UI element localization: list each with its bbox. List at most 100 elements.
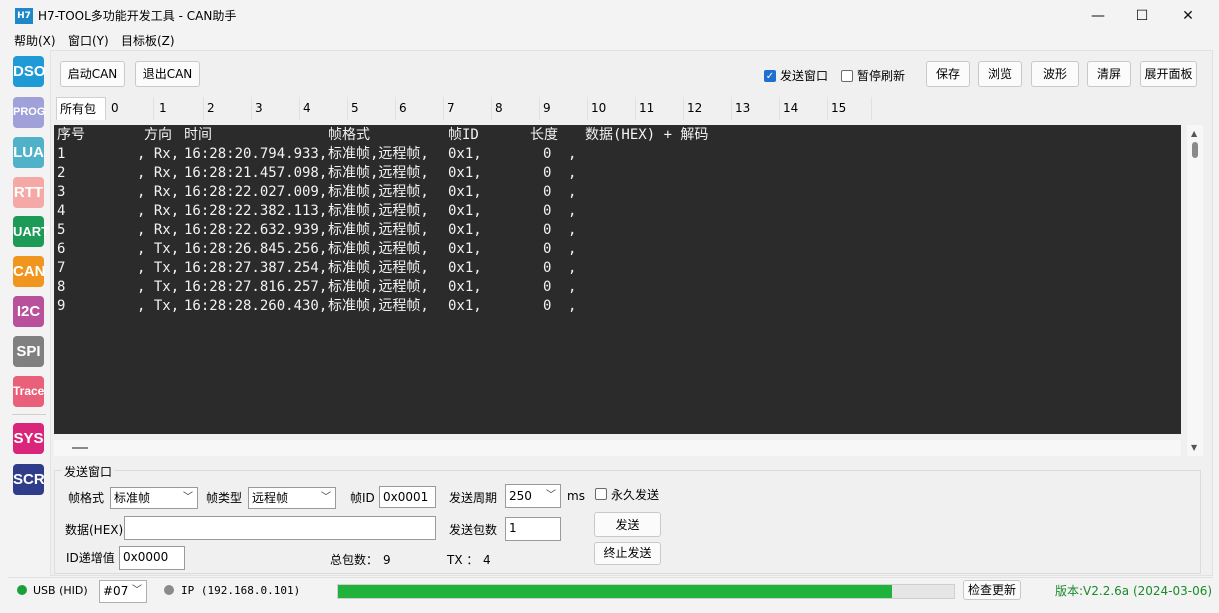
minimize-icon[interactable]: —: [1075, 0, 1121, 32]
tab-channel[interactable]: 12: [684, 97, 732, 120]
horizontal-scrollbar[interactable]: [54, 440, 1181, 456]
tab-channel[interactable]: 10: [588, 97, 636, 120]
total-packets-value: 9: [383, 553, 391, 567]
close-icon[interactable]: ✕: [1165, 0, 1211, 32]
data-hex-input[interactable]: [124, 516, 436, 540]
tab-channel[interactable]: 6: [396, 97, 444, 120]
chevron-down-icon: ﹀: [546, 490, 556, 501]
tool-scr[interactable]: SCR: [13, 464, 45, 495]
vertical-scrollbar[interactable]: ▲ ▼: [1187, 125, 1203, 456]
can-log-console[interactable]: 序号 方向 时间 帧格式 帧ID 长度 数据(HEX) + 解码 1, Rx, 1…: [54, 125, 1181, 434]
browse-button[interactable]: 浏览: [978, 61, 1022, 87]
row-time: 16:28:22.382.113,: [184, 203, 328, 219]
tab-channel[interactable]: 9: [540, 97, 588, 120]
forever-send-checkbox[interactable]: [595, 488, 607, 500]
device-select[interactable]: #07 ﹀: [99, 580, 147, 603]
row-direction: , Tx,: [137, 279, 180, 295]
tab-channel[interactable]: 13: [732, 97, 780, 120]
send-window-checkbox[interactable]: ✓: [764, 70, 776, 82]
tab-channel[interactable]: 14: [780, 97, 828, 120]
data-hex-label: 数据(HEX): [65, 523, 124, 537]
row-time: 16:28:27.387.254,: [184, 260, 328, 276]
check-update-button[interactable]: 检查更新: [963, 580, 1021, 600]
row-frame-format: 标准帧,远程帧,: [328, 279, 429, 295]
row-time: 16:28:26.845.256,: [184, 241, 328, 257]
save-button[interactable]: 保存: [926, 61, 970, 87]
menu-window[interactable]: 窗口(Y): [68, 33, 109, 49]
tool-lua[interactable]: LUA: [13, 137, 44, 168]
row-tail: ,: [568, 146, 577, 162]
send-button[interactable]: 发送: [594, 512, 661, 537]
window-title: H7-TOOL多功能开发工具 - CAN助手: [38, 9, 237, 23]
send-window-title: 发送窗口: [62, 464, 115, 480]
header-direction: 方向: [144, 127, 172, 143]
tab-channel[interactable]: 2: [204, 97, 252, 120]
progress-fill: [338, 585, 893, 598]
tool-prog[interactable]: PROG: [13, 97, 45, 128]
tab-channel[interactable]: 5: [348, 97, 396, 120]
tab-channel[interactable]: 15: [828, 97, 872, 120]
exit-can-button[interactable]: 退出CAN: [135, 61, 200, 87]
send-period-select[interactable]: 250 ﹀: [505, 484, 561, 508]
scroll-up-icon[interactable]: ▲: [1191, 129, 1197, 138]
frame-id-input[interactable]: 0x0001: [379, 486, 436, 508]
app-logo-icon: H7: [15, 8, 33, 24]
send-period-label: 发送周期: [449, 491, 498, 505]
row-frame-format: 标准帧,远程帧,: [328, 298, 429, 314]
tool-can[interactable]: CAN: [13, 256, 46, 287]
id-increment-input[interactable]: 0x0000: [119, 546, 185, 570]
tool-trace[interactable]: Trace: [13, 376, 44, 407]
tool-spi[interactable]: SPI: [13, 336, 44, 367]
row-tail: ,: [568, 260, 577, 276]
frame-format-label: 帧格式: [68, 491, 105, 505]
tool-uart[interactable]: UART: [13, 216, 49, 247]
tab-channel[interactable]: 11: [636, 97, 684, 120]
usb-status-label: USB (HID): [33, 584, 88, 597]
row-time: 16:28:22.027.009,: [184, 184, 328, 200]
tool-sys[interactable]: SYS: [13, 423, 44, 454]
row-time: 16:28:22.632.939,: [184, 222, 328, 238]
row-seq: 2: [57, 165, 66, 181]
tab-channel[interactable]: 1: [156, 97, 204, 120]
console-header: 序号 方向 时间 帧格式 帧ID 长度 数据(HEX) + 解码: [57, 126, 708, 145]
row-length: 0: [543, 222, 552, 238]
start-can-button[interactable]: 启动CAN: [60, 61, 125, 87]
chevron-down-icon: ﹀: [132, 585, 142, 596]
menu-target-board[interactable]: 目标板(Z): [121, 33, 175, 49]
send-count-input[interactable]: 1: [505, 517, 561, 541]
row-time: 16:28:28.260.430,: [184, 298, 328, 314]
row-direction: , Tx,: [137, 260, 180, 276]
menu-help[interactable]: 帮助(X): [14, 33, 56, 49]
scroll-thumb[interactable]: [1192, 142, 1198, 158]
row-tail: ,: [568, 165, 577, 181]
tool-dso[interactable]: DSO: [13, 56, 46, 87]
maximize-icon[interactable]: ☐: [1119, 0, 1165, 32]
tab-channel[interactable]: 4: [300, 97, 348, 120]
row-length: 0: [543, 165, 552, 181]
total-packets-label: 总包数：: [330, 553, 379, 567]
tab-channel[interactable]: 0: [108, 97, 154, 120]
tool-rtt[interactable]: RTT: [13, 177, 44, 208]
frame-type-label: 帧类型: [206, 491, 243, 505]
channel-tabs: 所有包 0 1 2 3 4 5 6 7 8 9 10 11 12 13 14 1…: [56, 97, 872, 121]
row-frame-id: 0x1,: [448, 203, 482, 219]
tab-channel[interactable]: 3: [252, 97, 300, 120]
pause-refresh-checkbox[interactable]: [841, 70, 853, 82]
row-length: 0: [543, 279, 552, 295]
clear-screen-button[interactable]: 清屏: [1087, 61, 1131, 87]
scroll-down-icon[interactable]: ▼: [1191, 443, 1197, 452]
hscroll-thumb[interactable]: [72, 447, 88, 449]
row-frame-format: 标准帧,远程帧,: [328, 241, 429, 257]
expand-panel-button[interactable]: 展开面板: [1140, 61, 1197, 87]
tab-all-packets[interactable]: 所有包: [56, 97, 106, 120]
waveform-button[interactable]: 波形: [1031, 61, 1079, 87]
usb-status-icon: [17, 585, 27, 595]
stop-send-button[interactable]: 终止发送: [594, 542, 661, 565]
frame-type-select[interactable]: 远程帧 ﹀: [248, 487, 336, 509]
header-data: 数据(HEX) + 解码: [585, 127, 709, 143]
tab-channel[interactable]: 8: [492, 97, 540, 120]
tool-i2c[interactable]: I2C: [13, 296, 44, 327]
frame-format-select[interactable]: 标准帧 ﹀: [110, 487, 198, 509]
tab-channel[interactable]: 7: [444, 97, 492, 120]
row-frame-id: 0x1,: [448, 222, 482, 238]
